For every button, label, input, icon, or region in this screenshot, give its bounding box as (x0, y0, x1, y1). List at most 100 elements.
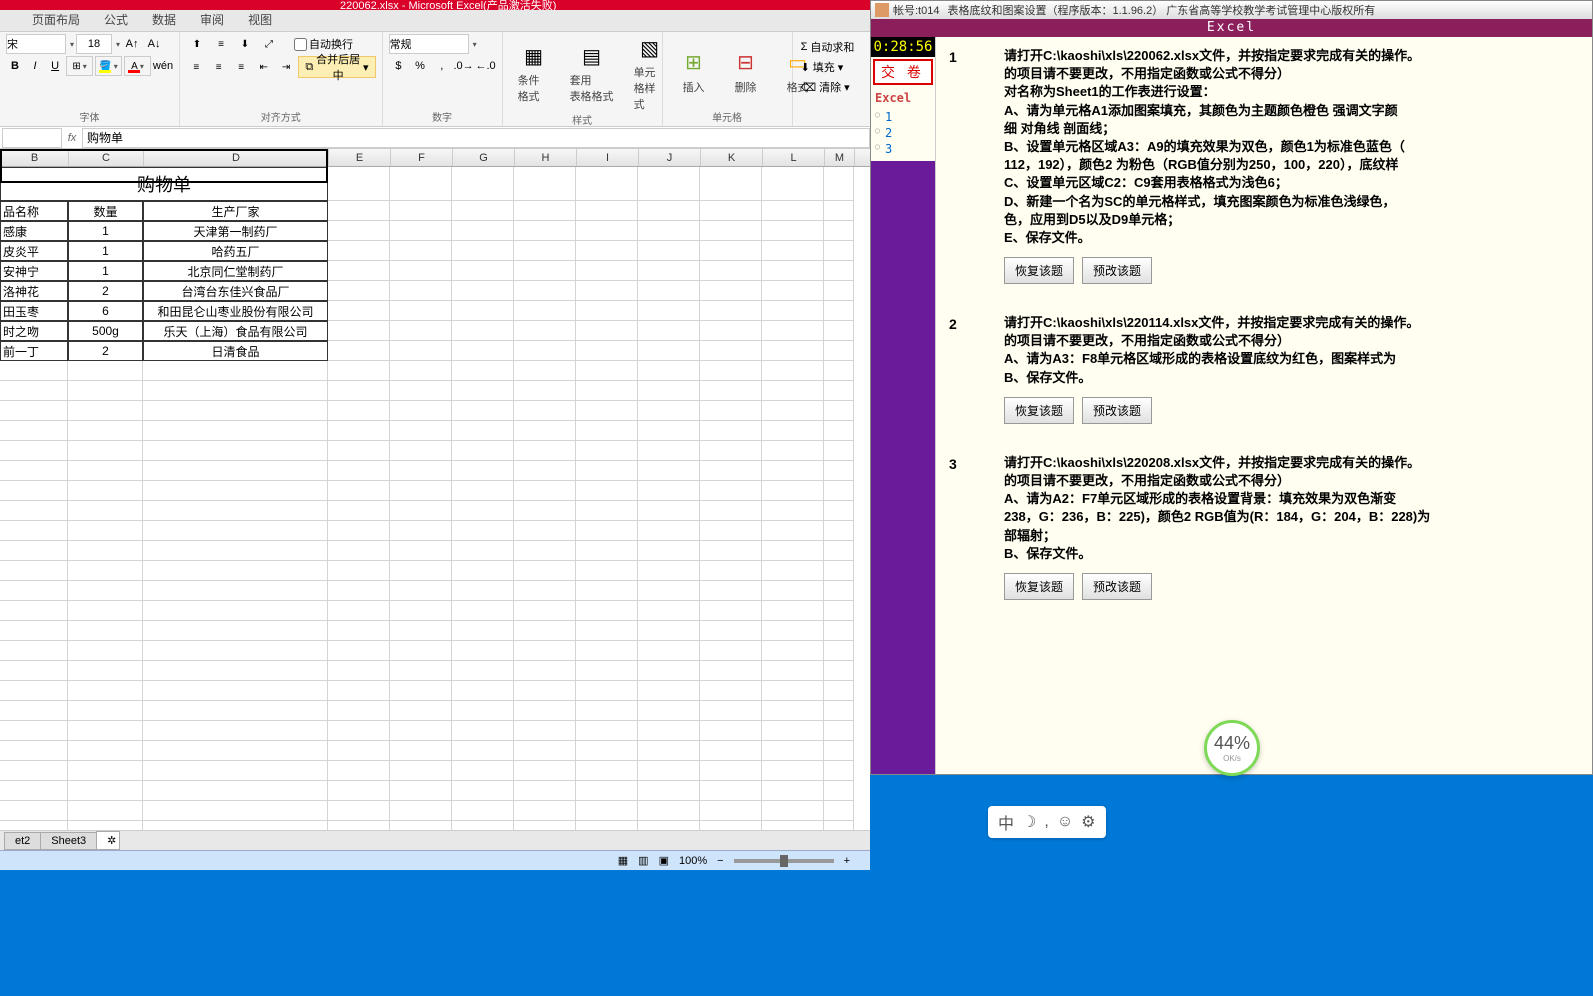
cell[interactable] (452, 821, 514, 830)
cell[interactable]: 感康 (0, 221, 68, 241)
cell[interactable] (700, 701, 762, 721)
cell[interactable] (576, 441, 638, 461)
cell[interactable] (576, 281, 638, 301)
cell[interactable] (328, 301, 390, 321)
cell[interactable] (514, 581, 576, 601)
increase-font-button[interactable]: A↑ (122, 34, 142, 54)
cell[interactable] (514, 401, 576, 421)
column-header[interactable]: E (329, 149, 391, 166)
cell[interactable] (328, 741, 390, 761)
cell[interactable] (824, 601, 854, 621)
underline-button[interactable]: U (46, 56, 64, 76)
cell[interactable] (68, 821, 143, 830)
cell[interactable] (700, 521, 762, 541)
cell[interactable] (824, 321, 854, 341)
cell[interactable] (700, 301, 762, 321)
cell[interactable] (143, 661, 328, 681)
submit-button[interactable]: 交 卷 (873, 59, 933, 85)
cell[interactable] (762, 781, 824, 801)
bold-button[interactable]: B (6, 56, 24, 76)
cell[interactable] (452, 381, 514, 401)
cell[interactable] (576, 601, 638, 621)
cell[interactable] (452, 261, 514, 281)
cell[interactable]: 2 (68, 341, 143, 361)
cell[interactable] (638, 701, 700, 721)
cell[interactable] (390, 721, 452, 741)
cell[interactable] (576, 421, 638, 441)
cell[interactable] (0, 801, 68, 821)
cell[interactable] (700, 601, 762, 621)
cell[interactable] (638, 201, 700, 221)
cell[interactable] (824, 421, 854, 441)
cell[interactable] (576, 781, 638, 801)
cell[interactable] (452, 361, 514, 381)
cell[interactable] (390, 261, 452, 281)
cell[interactable] (328, 321, 390, 341)
cell[interactable] (514, 421, 576, 441)
cell[interactable] (0, 561, 68, 581)
cell[interactable] (390, 661, 452, 681)
cell[interactable] (0, 541, 68, 561)
cell[interactable] (328, 381, 390, 401)
cell[interactable] (390, 581, 452, 601)
cell[interactable] (514, 361, 576, 381)
increase-decimal-button[interactable]: .0→ (454, 56, 474, 76)
cell[interactable] (514, 301, 576, 321)
cell[interactable] (824, 741, 854, 761)
cell[interactable] (452, 701, 514, 721)
cell[interactable] (514, 261, 576, 281)
font-size-combo[interactable] (76, 34, 112, 54)
cell[interactable]: 1 (68, 261, 143, 281)
comma-button[interactable]: , (432, 56, 452, 76)
decrease-decimal-button[interactable]: ←.0 (476, 56, 496, 76)
cell[interactable]: 天津第一制药厂 (143, 221, 328, 241)
cell[interactable] (68, 381, 143, 401)
cell[interactable] (576, 721, 638, 741)
cell[interactable] (762, 701, 824, 721)
fill-button[interactable]: ⬇填充 ▾ (799, 58, 864, 76)
cell[interactable] (328, 361, 390, 381)
ime-moon-icon[interactable]: ☽ (1022, 812, 1036, 832)
restore-question-button[interactable]: 恢复该题 (1004, 573, 1074, 600)
cell[interactable]: 生产厂家 (143, 201, 328, 221)
indent-increase-button[interactable]: ⇥ (276, 57, 296, 77)
cell[interactable] (390, 401, 452, 421)
cell[interactable] (824, 701, 854, 721)
cell[interactable] (576, 621, 638, 641)
cell[interactable]: 时之吻 (0, 321, 68, 341)
cell[interactable] (700, 241, 762, 261)
font-name-combo[interactable] (6, 34, 66, 54)
cell[interactable] (143, 461, 328, 481)
cell[interactable] (0, 621, 68, 641)
preview-answer-button[interactable]: 预改该题 (1082, 397, 1152, 424)
cell[interactable] (452, 241, 514, 261)
cell[interactable] (328, 221, 390, 241)
cell[interactable] (452, 501, 514, 521)
cell[interactable] (143, 821, 328, 830)
cell[interactable] (68, 801, 143, 821)
cell[interactable]: 500g (68, 321, 143, 341)
cell[interactable] (762, 241, 824, 261)
cell[interactable] (638, 561, 700, 581)
cell[interactable] (762, 221, 824, 241)
zoom-in-button[interactable]: + (844, 855, 850, 867)
cell[interactable] (514, 801, 576, 821)
cell[interactable] (68, 441, 143, 461)
cell[interactable] (824, 581, 854, 601)
cell[interactable] (514, 681, 576, 701)
align-bottom-button[interactable]: ⬇ (234, 34, 256, 54)
chevron-down-icon[interactable]: ▾ (116, 40, 120, 49)
cell[interactable] (762, 601, 824, 621)
cell[interactable] (390, 241, 452, 261)
cell[interactable] (762, 301, 824, 321)
cell[interactable] (143, 381, 328, 401)
cell[interactable] (143, 421, 328, 441)
view-break-icon[interactable]: ▣ (659, 854, 669, 867)
cell[interactable] (762, 661, 824, 681)
cell[interactable] (390, 167, 452, 201)
percent-button[interactable]: % (410, 56, 430, 76)
cell[interactable] (143, 641, 328, 661)
cell[interactable] (68, 581, 143, 601)
cell[interactable] (762, 261, 824, 281)
cell[interactable] (390, 341, 452, 361)
